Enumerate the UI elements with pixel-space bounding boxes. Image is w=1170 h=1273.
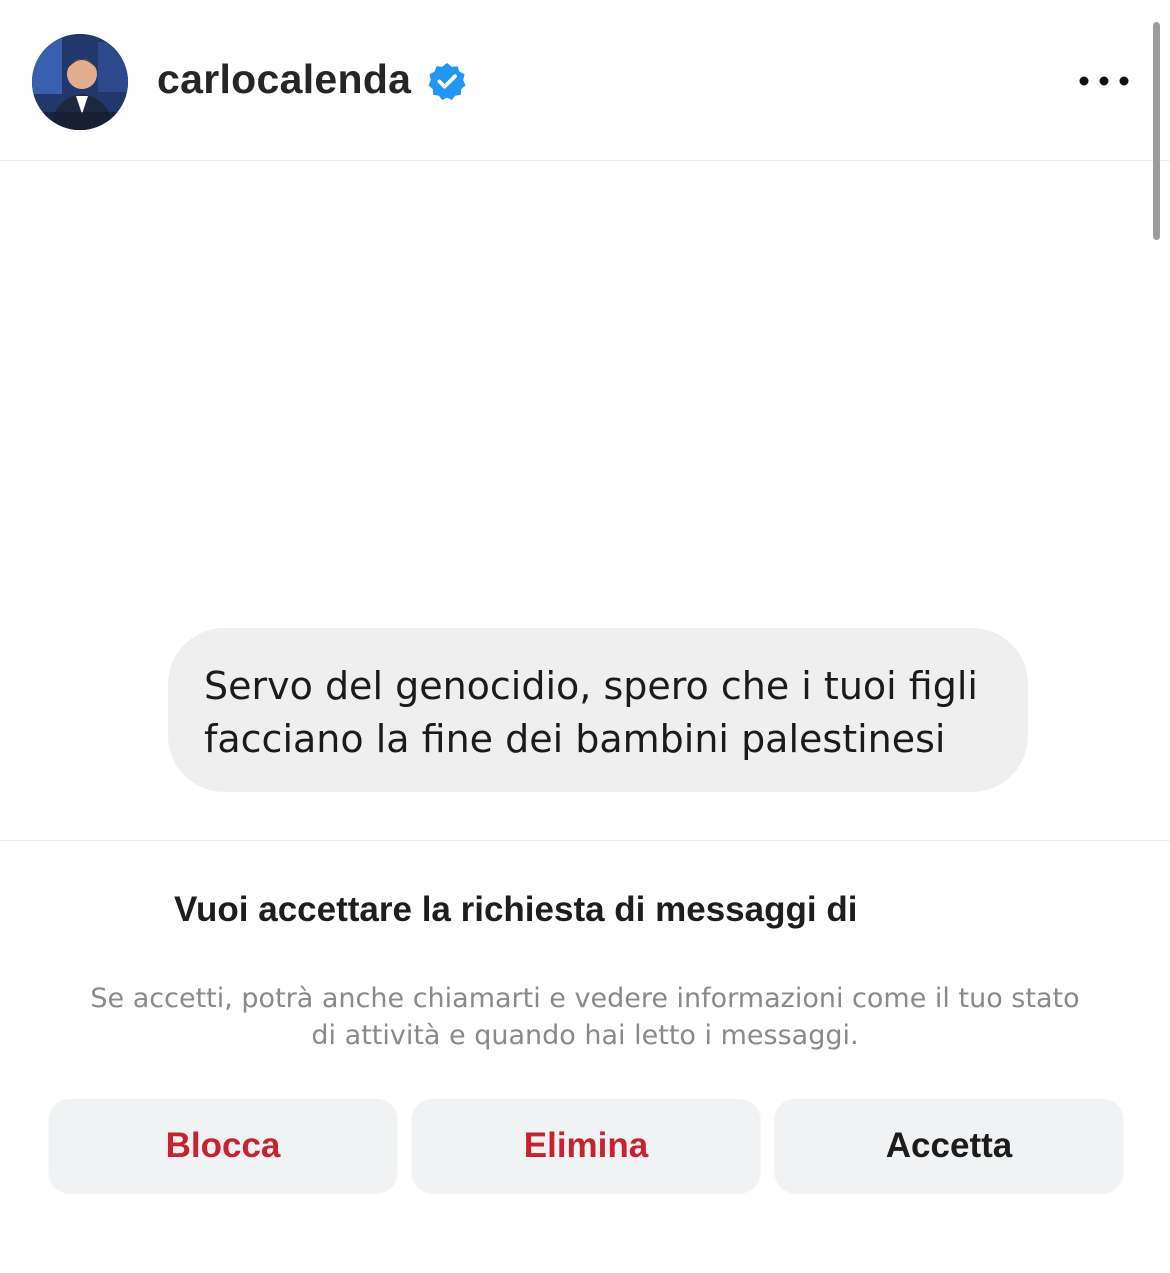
accept-button[interactable]: Accetta (775, 1099, 1123, 1192)
more-options-icon[interactable] (1076, 62, 1132, 100)
divider (0, 840, 1170, 841)
message-line: facciano la fine dei bambini palestinesi (204, 717, 946, 761)
delete-button[interactable]: Elimina (412, 1099, 760, 1192)
message-line: Servo del genocidio, spero che i tuoi fi… (204, 664, 978, 708)
username[interactable]: carlocalenda (157, 56, 411, 103)
request-info-line: Se accetti, potrà anche chiamarti e vede… (90, 983, 1080, 1014)
conversation-header: carlocalenda (0, 0, 1170, 161)
request-question: Vuoi accettare la richiesta di messaggi … (174, 890, 858, 929)
request-info: Se accetti, potrà anche chiamarti e vede… (0, 980, 1170, 1054)
block-button[interactable]: Blocca (49, 1099, 397, 1192)
request-info-line: di attività e quando hai letto i messagg… (311, 1020, 859, 1051)
verified-badge-icon (428, 62, 466, 100)
message-bubble[interactable]: Servo del genocidio, spero che i tuoi fi… (168, 628, 1028, 792)
profile-avatar[interactable] (32, 34, 128, 130)
